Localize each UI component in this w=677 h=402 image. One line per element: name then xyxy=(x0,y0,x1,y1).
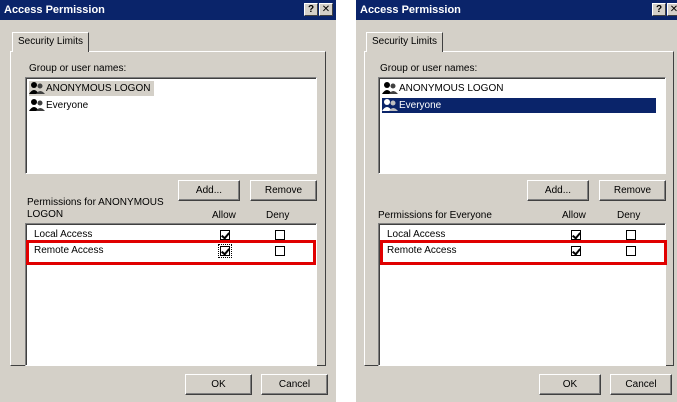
user-name: ANONYMOUS LOGON xyxy=(399,83,504,94)
permissions-label: Permissions for ANONYMOUS LOGON xyxy=(27,197,164,220)
allow-header: Allow xyxy=(212,210,236,221)
remove-button[interactable]: Remove xyxy=(599,180,666,201)
list-item-anonymous-logon[interactable]: ANONYMOUS LOGON xyxy=(29,81,155,96)
allow-checkbox[interactable] xyxy=(218,244,232,258)
permission-row-local-access: Local Access xyxy=(383,228,659,242)
ok-button[interactable]: OK xyxy=(185,374,252,395)
add-button[interactable]: Add... xyxy=(178,180,240,201)
ok-button[interactable]: OK xyxy=(539,374,601,395)
deny-checkbox[interactable] xyxy=(626,246,636,256)
tab-security-limits[interactable]: Security Limits xyxy=(12,32,90,52)
allow-header: Allow xyxy=(562,210,586,221)
close-icon[interactable]: ✕ xyxy=(667,3,677,16)
user-name: ANONYMOUS LOGON xyxy=(46,83,151,94)
permission-name: Remote Access xyxy=(387,245,457,256)
title-bar[interactable]: Access Permission xyxy=(356,0,677,20)
title-bar[interactable]: Access Permission xyxy=(0,0,336,20)
help-icon[interactable]: ? xyxy=(652,3,666,16)
permissions-label: Permissions for Everyone xyxy=(378,210,492,221)
access-permission-dialog-right: Access Permission ? ✕ Security Limits Gr… xyxy=(356,0,677,402)
permission-row-local-access: Local Access xyxy=(30,228,310,242)
user-name: Everyone xyxy=(46,100,89,111)
user-list[interactable]: ANONYMOUS LOGON Everyone xyxy=(378,77,666,174)
cancel-button[interactable]: Cancel xyxy=(261,374,328,395)
cancel-button[interactable]: Cancel xyxy=(610,374,672,395)
add-button[interactable]: Add... xyxy=(527,180,589,201)
access-permission-dialog-left: Access Permission ? ✕ Security Limits Gr… xyxy=(0,0,336,402)
user-group-icon xyxy=(29,82,45,95)
deny-header: Deny xyxy=(617,210,641,221)
dialog-title: Access Permission xyxy=(360,4,461,16)
list-item-everyone[interactable]: Everyone xyxy=(29,98,92,113)
permissions-list: Local Access Remote Access xyxy=(378,223,666,366)
deny-checkbox[interactable] xyxy=(626,230,636,240)
list-item-everyone[interactable]: Everyone xyxy=(382,98,656,113)
user-group-icon xyxy=(29,99,45,112)
close-icon[interactable]: ✕ xyxy=(319,3,333,16)
permission-name: Local Access xyxy=(34,229,93,240)
help-icon[interactable]: ? xyxy=(304,3,318,16)
group-label: Group or user names: xyxy=(29,63,127,74)
group-label: Group or user names: xyxy=(380,63,478,74)
dialog-title: Access Permission xyxy=(4,4,105,16)
permission-name: Remote Access xyxy=(34,245,104,256)
allow-checkbox[interactable] xyxy=(571,246,581,256)
user-list[interactable]: ANONYMOUS LOGON Everyone xyxy=(25,77,317,174)
tab-security-limits[interactable]: Security Limits xyxy=(366,32,444,52)
list-item-anonymous-logon[interactable]: ANONYMOUS LOGON xyxy=(382,81,507,96)
permission-name: Local Access xyxy=(387,229,446,240)
deny-checkbox[interactable] xyxy=(275,246,285,256)
allow-checkbox[interactable] xyxy=(220,230,230,240)
user-group-icon xyxy=(382,82,398,95)
remove-button[interactable]: Remove xyxy=(250,180,317,201)
deny-header: Deny xyxy=(266,210,290,221)
permissions-list: Local Access Remote Access xyxy=(25,223,317,366)
permission-row-remote-access: Remote Access xyxy=(383,244,659,258)
user-group-icon xyxy=(382,99,398,112)
permission-row-remote-access: Remote Access xyxy=(30,244,310,258)
user-name: Everyone xyxy=(399,100,442,111)
allow-checkbox[interactable] xyxy=(571,230,581,240)
deny-checkbox[interactable] xyxy=(275,230,285,240)
